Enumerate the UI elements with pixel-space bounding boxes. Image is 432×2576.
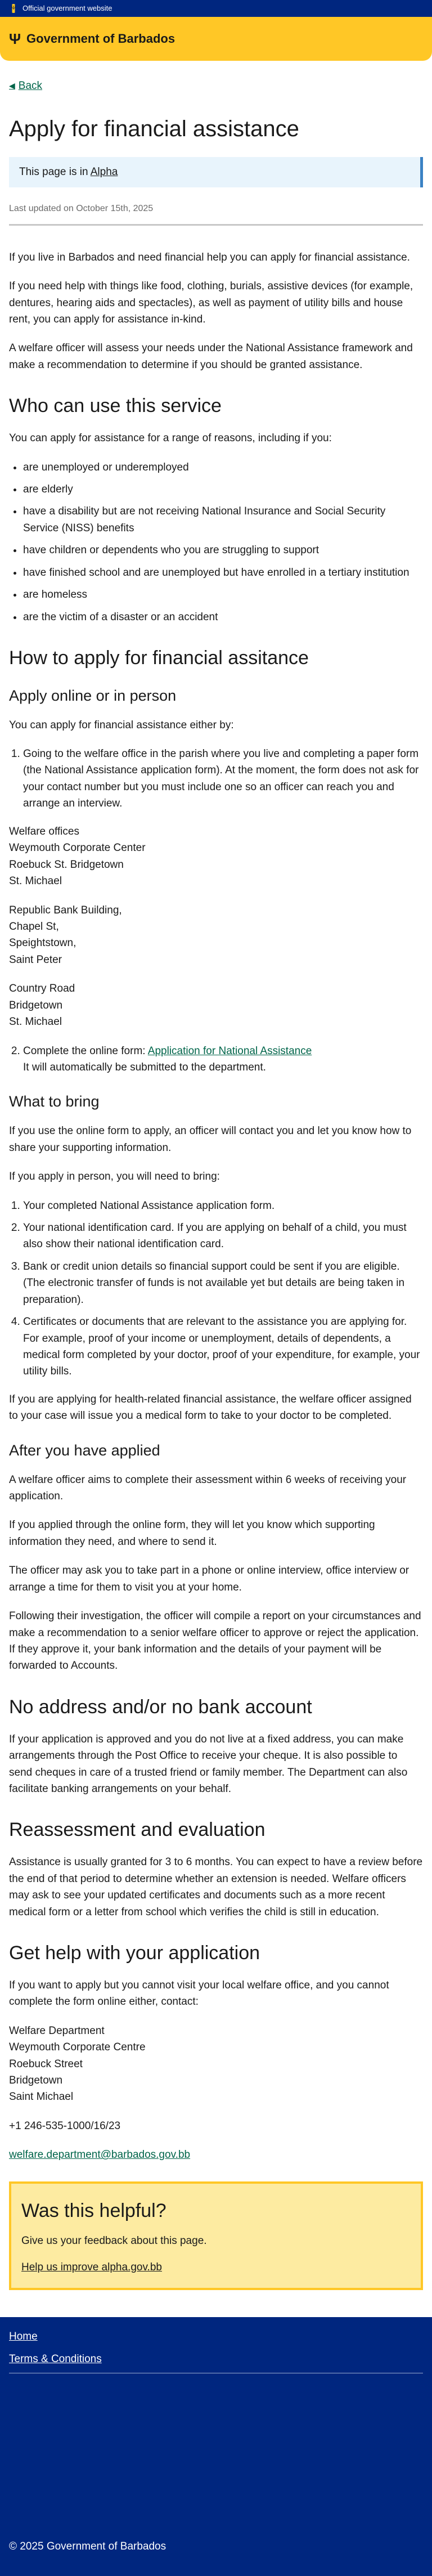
official-website-text: Official government website (22, 3, 112, 12)
intro-paragraph: A welfare officer will assess your needs… (9, 342, 413, 371)
office-address: Welfare offices Weymouth Corporate Cente… (9, 823, 423, 890)
reassessment-heading: Reassessment and evaluation (9, 1819, 266, 1841)
phone-number: +1 246-535-1000/16/23 (9, 2120, 121, 2132)
who-heading: Who can use this service (9, 395, 222, 417)
how-heading: How to apply for financial assitance (9, 647, 309, 669)
step-online-text: Complete the online form: (23, 1045, 148, 1057)
eligibility-list: are unemployed or underemployed are elde… (9, 459, 423, 626)
after-applied-heading: After you have applied (9, 1441, 160, 1459)
footer-home-link[interactable]: Home (9, 2328, 423, 2345)
email-link[interactable]: welfare.department@barbados.gov.bb (9, 2149, 190, 2161)
apply-online-heading: Apply online or in person (9, 687, 177, 704)
list-item: have finished school and are unemployed … (23, 565, 423, 581)
trident-icon: Ψ (9, 30, 21, 47)
barbados-flag-icon: Ψ (9, 4, 18, 13)
address-line: Country Road (9, 983, 75, 995)
address-line: St. Michael (9, 875, 62, 888)
after-paragraph: The officer may ask you to take part in … (9, 1565, 410, 1593)
list-item: have children or dependents who you are … (23, 542, 423, 558)
what-to-bring-heading: What to bring (9, 1093, 100, 1110)
welfare-department-address: Welfare Department Weymouth Corporate Ce… (9, 2023, 423, 2105)
intro-paragraph: If you live in Barbados and need financi… (9, 251, 410, 263)
office-address: Country Road Bridgetown St. Michael (9, 980, 423, 1030)
after-paragraph: Following their investigation, the offic… (9, 1610, 421, 1672)
feedback-box: Was this helpful? Give us your feedback … (9, 2181, 423, 2291)
get-help-paragraph: If you want to apply but you cannot visi… (9, 1979, 389, 2008)
alpha-banner-text: This page is in (19, 166, 91, 178)
alpha-banner: This page is in Alpha (9, 157, 423, 187)
documents-list: Your completed National Assistance appli… (9, 1198, 423, 1380)
intro-paragraph: If you need help with things like food, … (9, 280, 413, 325)
step-in-person: Going to the welfare office in the paris… (23, 746, 423, 812)
site-footer: Home Terms & Conditions © 2025 Governmen… (0, 2317, 432, 2576)
site-title: Government of Barbados (26, 31, 176, 46)
who-lead: You can apply for assistance for a range… (9, 432, 332, 445)
no-address-paragraph: If your application is approved and you … (9, 1733, 408, 1795)
feedback-link[interactable]: Help us improve alpha.gov.bb (21, 2261, 162, 2273)
bring-paragraph: If you use the online form to apply, an … (9, 1125, 412, 1154)
bring-paragraph: If you are applying for health-related f… (9, 1393, 412, 1422)
official-website-bar: Ψ Official government website (0, 0, 432, 17)
office-address: Republic Bank Building, Chapel St, Speig… (9, 902, 423, 969)
feedback-text: Give us your feedback about this page. (21, 2234, 207, 2247)
list-item: Certificates or documents that are relev… (23, 1314, 423, 1380)
address-line: Weymouth Corporate Center (9, 842, 146, 854)
back-link[interactable]: ◀ Back (9, 78, 42, 94)
site-logo[interactable]: Ψ Government of Barbados (9, 29, 175, 48)
address-line: Saint Michael (9, 2091, 74, 2103)
list-item: Bank or credit union details so financia… (23, 1258, 423, 1308)
apply-steps-list: Going to the welfare office in the paris… (9, 746, 423, 812)
application-form-link[interactable]: Application for National Assistance (148, 1045, 312, 1057)
back-label: Back (18, 80, 43, 92)
get-help-heading: Get help with your application (9, 1942, 260, 1964)
list-item: are homeless (23, 586, 423, 603)
address-line: Bridgetown (9, 999, 63, 1011)
step-online: Complete the online form: Application fo… (23, 1043, 423, 1076)
site-header: Ψ Government of Barbados (0, 17, 432, 61)
bring-paragraph: If you apply in person, you will need to… (9, 1171, 220, 1183)
reassessment-paragraph: Assistance is usually granted for 3 to 6… (9, 1856, 423, 1918)
address-line: Welfare offices (9, 825, 79, 837)
after-paragraph: If you applied through the online form, … (9, 1519, 375, 1548)
list-item: are the victim of a disaster or an accid… (23, 609, 423, 625)
address-line: Saint Peter (9, 953, 62, 966)
list-item: are elderly (23, 481, 423, 498)
address-line: Chapel St, (9, 920, 59, 933)
address-line: Roebuck St. Bridgetown (9, 858, 124, 871)
address-line: Roebuck Street (9, 2058, 83, 2070)
address-line: Republic Bank Building, (9, 904, 122, 916)
step-online-note: It will automatically be submitted to th… (23, 1061, 266, 1074)
alpha-link[interactable]: Alpha (91, 166, 118, 178)
back-arrow-icon: ◀ (9, 80, 15, 90)
address-line: Welfare Department (9, 2024, 105, 2037)
how-lead: You can apply for financial assistance e… (9, 719, 234, 731)
apply-steps-list: Complete the online form: Application fo… (9, 1043, 423, 1076)
main-content: ◀ Back Apply for financial assistance Th… (0, 61, 432, 2291)
feedback-heading: Was this helpful? (21, 2199, 166, 2221)
address-line: St. Michael (9, 1016, 62, 1028)
address-line: Bridgetown (9, 2074, 63, 2086)
no-address-heading: No address and/or no bank account (9, 1696, 312, 1718)
list-item: Your national identification card. If yo… (23, 1220, 423, 1253)
address-line: Speightstown, (9, 937, 76, 949)
last-updated: Last updated on October 15th, 2025 (9, 202, 423, 226)
copyright: © 2025 Government of Barbados (9, 2540, 166, 2552)
list-item: have a disability but are not receiving … (23, 503, 423, 536)
list-item: are unemployed or underemployed (23, 459, 423, 476)
footer-terms-link[interactable]: Terms & Conditions (9, 2351, 423, 2367)
after-paragraph: A welfare officer aims to complete their… (9, 1473, 407, 1502)
list-item: Your completed National Assistance appli… (23, 1198, 423, 1214)
address-line: Weymouth Corporate Centre (9, 2041, 146, 2054)
page-title: Apply for financial assistance (9, 117, 299, 142)
